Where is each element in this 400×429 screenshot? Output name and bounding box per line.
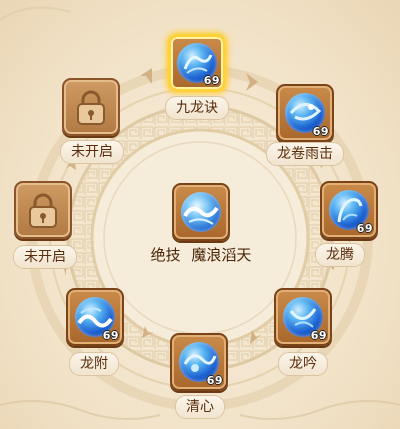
lock-icon	[77, 90, 105, 125]
skill-level: 69	[312, 125, 329, 138]
ultimate-label: 绝技	[150, 246, 181, 264]
lock-icon	[29, 193, 57, 228]
skill-label-dragon-roar: 龙吟	[278, 352, 328, 376]
skill-label-dragon-rise: 龙腾	[315, 243, 365, 267]
skill-label-locked-2: 未开启	[60, 140, 124, 164]
skill-slot-dragon-attach[interactable]: 69	[66, 288, 124, 346]
ultimate-skill-label: 绝技 魔浪滔天	[148, 244, 255, 265]
skill-level: 69	[203, 74, 220, 87]
skill-panel: 69 九龙诀 69 龙卷雨击 69 龙腾 69 龙吟 69 清心 69 龙附 未…	[0, 0, 400, 429]
skill-slot-dragon-roar[interactable]: 69	[274, 288, 332, 346]
skill-level: 69	[206, 374, 223, 387]
skill-slot-locked-1[interactable]	[14, 181, 72, 239]
skill-label-locked-1: 未开启	[13, 245, 77, 269]
skill-label-pure-heart: 清心	[175, 395, 225, 419]
skill-label-dragon-storm: 龙卷雨击	[266, 142, 344, 166]
skill-level: 69	[356, 222, 373, 235]
skill-slot-dragon-rise[interactable]: 69	[320, 181, 378, 239]
skill-slot-pure-heart[interactable]: 69	[170, 333, 228, 391]
skill-slot-dragon-storm[interactable]: 69	[276, 84, 334, 142]
water-wave-dragon-icon	[181, 192, 221, 232]
skill-label-nine-dragon: 九龙诀	[165, 96, 229, 120]
skill-slot-locked-2[interactable]	[62, 78, 120, 136]
ultimate-skill-slot[interactable]	[172, 183, 230, 241]
ultimate-skill-name: 魔浪滔天	[191, 246, 252, 264]
skill-level: 69	[102, 329, 119, 342]
skill-level: 69	[310, 329, 327, 342]
skill-label-dragon-attach: 龙附	[69, 352, 119, 376]
skill-slot-nine-dragon[interactable]: 69	[168, 34, 226, 92]
